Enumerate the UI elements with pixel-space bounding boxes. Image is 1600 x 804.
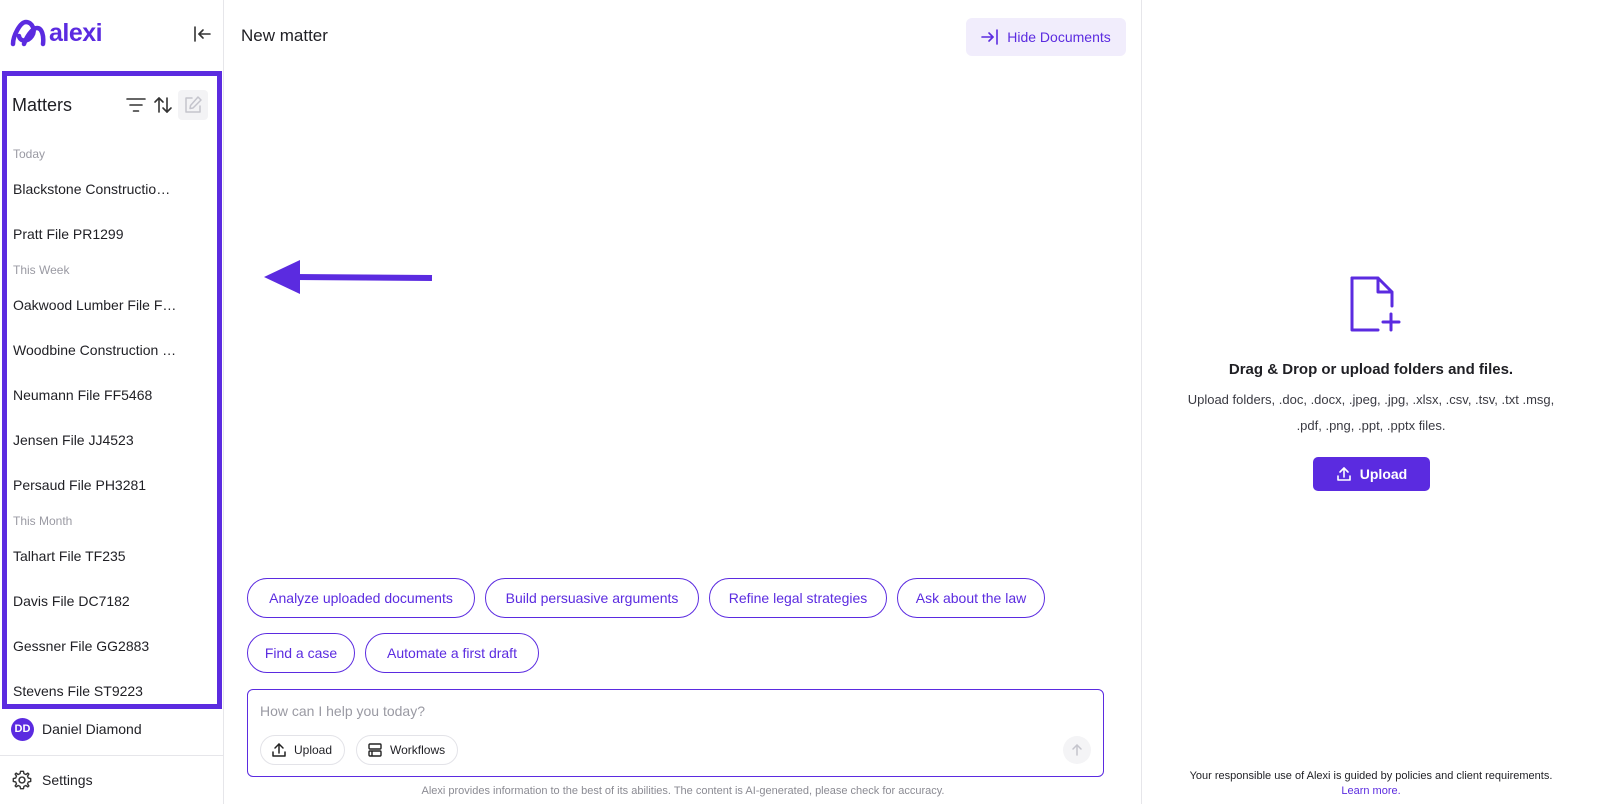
alexi-logo-icon xyxy=(10,19,46,47)
chip-build-arguments[interactable]: Build persuasive arguments xyxy=(485,578,699,618)
drop-description: Upload folders, .doc, .docx, .jpeg, .jpg… xyxy=(1187,392,1555,433)
group-label-this-month: This Month xyxy=(13,514,73,528)
matter-item[interactable]: Talhart File TF235 xyxy=(7,533,217,578)
upload-button[interactable]: Upload xyxy=(1313,457,1430,491)
page-title: New matter xyxy=(241,26,328,45)
chip-ask-law[interactable]: Ask about the law xyxy=(897,578,1045,618)
matter-item[interactable]: Neumann File FF5468 xyxy=(7,372,217,417)
workflows-icon xyxy=(368,743,382,757)
matter-item-label: Davis File DC7182 xyxy=(13,592,130,609)
chip-find-case[interactable]: Find a case xyxy=(247,633,355,673)
learn-more-link[interactable]: Learn more. xyxy=(1341,785,1400,797)
logo-text: alexi xyxy=(49,18,103,47)
upload-icon xyxy=(1336,467,1351,481)
matter-item[interactable]: Oakwood Lumber File FT8831 xyxy=(7,282,217,327)
user-name: Daniel Diamond xyxy=(42,721,142,737)
upload-label: Upload xyxy=(1359,466,1408,482)
matter-item[interactable]: Davis File DC7182 xyxy=(7,578,217,623)
matters-header: Matters xyxy=(7,76,217,132)
send-button[interactable] xyxy=(1063,736,1091,764)
matters-list: Today Blackstone Construction File BC202… xyxy=(7,132,217,704)
documents-panel: Drag & Drop or upload folders and files.… xyxy=(1142,0,1600,804)
chat-composer: Upload Workflows xyxy=(247,689,1104,777)
matter-item[interactable]: Pratt File PR1299 xyxy=(7,211,217,256)
settings-label: Settings xyxy=(42,772,93,788)
ai-disclaimer: Alexi provides information to the best o… xyxy=(421,785,945,797)
chat-input[interactable] xyxy=(260,700,1080,722)
edit-icon xyxy=(185,96,202,113)
sidebar: alexi Matters Today Blackstone Construct… xyxy=(0,0,224,804)
new-matter-button[interactable] xyxy=(178,90,208,120)
filter-icon xyxy=(126,98,146,112)
matter-item[interactable]: Jensen File JJ4523 xyxy=(7,417,217,462)
matter-item[interactable]: Blackstone Construction File BC2024 xyxy=(7,166,217,211)
chip-analyze-documents[interactable]: Analyze uploaded documents xyxy=(247,578,475,618)
matter-item-label: Oakwood Lumber File FT8831 xyxy=(13,296,177,313)
logo-row: alexi xyxy=(10,16,214,54)
hide-documents-button[interactable]: Hide Documents xyxy=(966,18,1126,56)
upload-icon xyxy=(272,743,286,757)
avatar: DD xyxy=(11,717,34,741)
matter-item-label: Neumann File FF5468 xyxy=(13,386,153,403)
sort-icon xyxy=(154,97,172,113)
user-profile[interactable]: DD Daniel Diamond xyxy=(11,717,142,741)
matter-item[interactable]: Woodbine Construction File WC7702 xyxy=(7,327,217,372)
matter-item-label: Blackstone Construction File BC2024 xyxy=(13,180,177,197)
workflows-button[interactable]: Workflows xyxy=(356,735,459,765)
chip-refine-strategies[interactable]: Refine legal strategies xyxy=(709,578,887,618)
alexi-logo[interactable]: alexi xyxy=(10,18,103,48)
chip-automate-draft[interactable]: Automate a first draft xyxy=(365,633,539,673)
filter-button[interactable] xyxy=(124,93,148,117)
collapse-sidebar-button[interactable] xyxy=(190,22,214,46)
matter-item[interactable]: Persaud File PH3281 xyxy=(7,462,217,507)
matters-panel: Matters Today Blackstone Construction F … xyxy=(2,71,222,709)
matter-item[interactable]: Stevens File ST9223 xyxy=(7,668,217,704)
matter-item-label: Woodbine Construction File WC7702 xyxy=(13,341,177,358)
sidebar-divider xyxy=(0,755,224,756)
workflows-label: Workflows xyxy=(390,743,446,757)
matter-item-label: Jensen File JJ4523 xyxy=(13,431,134,448)
chat-upload-button[interactable]: Upload xyxy=(260,735,346,765)
matter-item-label: Gessner File GG2883 xyxy=(13,637,150,654)
group-label-today: Today xyxy=(13,147,46,161)
matter-item-label: Pratt File PR1299 xyxy=(13,225,124,242)
gear-icon xyxy=(12,770,32,790)
policy-notice: Your responsible use of Alexi is guided … xyxy=(1182,769,1560,799)
drop-title: Drag & Drop or upload folders and files. xyxy=(1228,361,1514,378)
chat-upload-label: Upload xyxy=(294,743,333,757)
matter-item[interactable]: Gessner File GG2883 xyxy=(7,623,217,668)
settings-button[interactable]: Settings xyxy=(11,768,93,792)
policy-text: Your responsible use of Alexi is guided … xyxy=(1189,770,1553,782)
matter-item-label: Persaud File PH3281 xyxy=(13,476,147,493)
annotation-arrow-icon xyxy=(264,260,433,294)
collapse-left-icon xyxy=(194,26,211,42)
matter-item-label: Stevens File ST9223 xyxy=(13,682,143,699)
group-label-this-week: This Week xyxy=(13,263,70,277)
collapse-right-icon xyxy=(981,29,999,45)
arrow-up-icon xyxy=(1072,744,1082,756)
hide-documents-label: Hide Documents xyxy=(1007,29,1111,45)
file-add-icon xyxy=(1350,276,1401,332)
matters-title: Matters xyxy=(12,95,73,115)
main-content: New matter Hide Documents Analyze upload… xyxy=(224,0,1142,804)
matter-item-label: Talhart File TF235 xyxy=(13,547,126,564)
sort-button[interactable] xyxy=(151,93,175,117)
